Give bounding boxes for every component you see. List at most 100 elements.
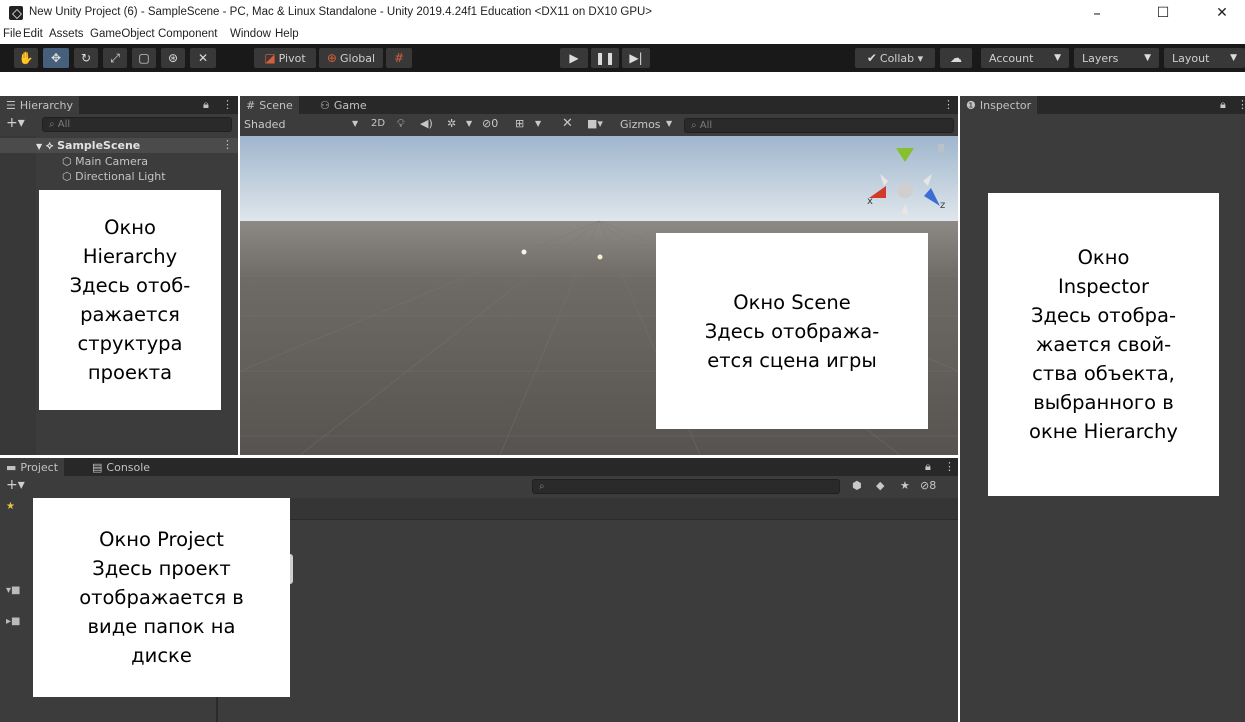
eye-slash-icon: ⊘ (920, 479, 930, 492)
cloud-button[interactable]: ☁ (940, 48, 972, 68)
hand-tool-button[interactable]: ✋ (14, 48, 38, 68)
lighting-toggle-icon[interactable]: 💡︎ (397, 117, 405, 131)
menu-file[interactable]: File (3, 28, 22, 40)
rect-tool-button[interactable]: ▢ (132, 48, 156, 68)
project-breadcrumb-bar (218, 498, 958, 520)
check-icon: ✔ (866, 51, 877, 65)
grid-snap-button[interactable]: # (386, 48, 412, 68)
project-search-input[interactable]: ⌕ (532, 479, 840, 494)
layers-dropdown[interactable]: Layers ▼ (1074, 48, 1159, 68)
main-toolbar: ✋ ✥ ↻ ⤢ ▢ ⊛ ✕ ◪ Pivot ⊕ Global # ▶ ❚❚ ▶|… (0, 44, 1245, 72)
tab-console-label: Console (106, 460, 151, 474)
shading-mode-dropdown[interactable]: Shaded (244, 118, 285, 131)
rect-icon: ▢ (138, 51, 150, 65)
gizmos-dropdown[interactable]: Gizmos (620, 118, 661, 131)
camera-gizmo (521, 249, 527, 255)
more-options-icon[interactable]: ⋮ (222, 98, 233, 111)
hierarchy-item-main-camera[interactable]: ⬡ Main Camera (62, 155, 148, 168)
more-options-icon[interactable]: ⋮ (944, 460, 955, 473)
favorite-star-icon[interactable]: ★ (900, 479, 910, 492)
scene-name: SampleScene (57, 139, 141, 152)
gizmo-lock-icon[interactable] (938, 144, 944, 152)
camera-toggle-icon[interactable]: ■▾ (587, 117, 603, 130)
expand-arrow-icon: ▼ (36, 142, 43, 151)
filter-type-icon[interactable]: ⬢ (852, 479, 862, 492)
layers-label: Layers (1082, 51, 1119, 65)
hierarchy-item-label: Main Camera (75, 155, 149, 168)
collab-dropdown[interactable]: ✔ Collab ▾ (855, 48, 935, 68)
tab-scene[interactable]: # Scene (240, 96, 299, 114)
project-hidden-count: 8 (929, 479, 937, 492)
global-toggle[interactable]: ⊕ Global (319, 48, 383, 68)
pause-button[interactable]: ❚❚ (591, 48, 619, 68)
tab-console[interactable]: ▤ Console (86, 458, 156, 476)
window-title-bar: New Unity Project (6) - SampleScene - PC… (0, 0, 1245, 26)
scene-row[interactable]: ▼ ⟡ SampleScene ⋮ (0, 138, 238, 153)
grid-toggle-icon[interactable]: ⊞ (515, 117, 524, 130)
lock-icon[interactable]: 🔒︎ (1220, 98, 1226, 112)
transform-icon: ⊛ (167, 51, 179, 65)
hierarchy-tab-strip: ☰ Hierarchy 🔒︎ ⋮ (0, 96, 238, 114)
minimize-button[interactable]: – (1074, 0, 1120, 26)
transform-tool-button[interactable]: ⊛ (161, 48, 185, 68)
step-button[interactable]: ▶| (622, 48, 650, 68)
more-options-icon[interactable]: ⋮ (943, 98, 954, 111)
info-icon: ❶ (966, 98, 976, 112)
menu-window[interactable]: Window (230, 28, 271, 40)
tab-hierarchy-label: Hierarchy (19, 98, 74, 112)
gizmo-x-label: x (867, 196, 873, 207)
search-icon: ⌕ (691, 120, 700, 131)
scale-tool-button[interactable]: ⤢ (103, 48, 127, 68)
tools-icon[interactable]: ✕ (562, 116, 573, 131)
note-hierarchy-text: Окно Hierarchy Здесь отоб- ражается стру… (69, 216, 191, 384)
more-options-icon[interactable]: ⋮ (222, 138, 233, 151)
play-button[interactable]: ▶ (560, 48, 588, 68)
pivot-toggle[interactable]: ◪ Pivot (254, 48, 316, 68)
tab-hierarchy[interactable]: ☰ Hierarchy (0, 96, 80, 114)
scale-icon: ⤢ (110, 50, 120, 65)
audio-toggle-icon[interactable]: ◀︎) (420, 117, 433, 130)
move-tool-button[interactable]: ✥ (43, 48, 69, 68)
maximize-button[interactable]: ☐ (1140, 0, 1186, 26)
scene-search-input[interactable]: ⌕ All (684, 118, 954, 133)
hierarchy-item-directional-light[interactable]: ⬡ Directional Light (62, 170, 166, 183)
hierarchy-search-input[interactable]: ⌕ All (42, 117, 232, 132)
close-button[interactable]: ✕ (1199, 0, 1245, 26)
console-icon: ▤ (92, 460, 103, 474)
menu-assets[interactable]: Assets (49, 28, 84, 40)
effects-toggle-icon[interactable]: ✲ (447, 117, 456, 130)
account-dropdown[interactable]: Account ▼ (981, 48, 1069, 68)
lock-icon[interactable]: 🔒︎ (203, 98, 209, 112)
add-icon[interactable]: +▾ (6, 477, 25, 493)
note-inspector: Окно Inspector Здесь отобра- жается свой… (988, 193, 1219, 496)
2d-toggle[interactable]: 2D (371, 118, 385, 129)
menu-gameobject[interactable]: GameObject (90, 28, 155, 40)
gameobject-cube-icon: ⬡ (62, 170, 72, 183)
note-project: Окно Project Здесь проект отображается в… (33, 498, 290, 697)
hierarchy-toolbar: +▾ ⌕ All (0, 114, 238, 136)
search-icon: ⌕ (49, 119, 58, 130)
tab-game[interactable]: ⚇ Game (314, 96, 373, 114)
menu-component[interactable]: Component (158, 28, 217, 40)
hierarchy-gutter (0, 136, 36, 455)
filter-label-icon[interactable]: ◆ (876, 479, 884, 492)
custom-tool-button[interactable]: ✕ (190, 48, 216, 68)
tab-inspector[interactable]: ❶ Inspector (960, 96, 1038, 114)
hidden-objects-toggle[interactable]: ⊘0 (482, 117, 498, 130)
hidden-packages-toggle[interactable]: ⊘8 (920, 479, 936, 492)
layout-dropdown[interactable]: Layout ▼ (1164, 48, 1245, 68)
tab-project[interactable]: ▬ Project (0, 458, 65, 476)
more-options-icon[interactable]: ⋮ (1237, 98, 1245, 111)
tab-scene-label: Scene (259, 98, 293, 112)
add-icon[interactable]: +▾ (6, 115, 25, 131)
pivot-label: Pivot (278, 51, 306, 65)
rotate-tool-button[interactable]: ↻ (74, 48, 98, 68)
chevron-down-icon: ▼ (1144, 53, 1151, 63)
lock-icon[interactable]: 🔒︎ (925, 460, 931, 474)
tab-project-label: Project (20, 460, 59, 474)
gamepad-icon: ⚇ (320, 98, 330, 112)
light-gizmo (597, 254, 603, 260)
menu-help[interactable]: Help (275, 28, 299, 40)
menu-edit[interactable]: Edit (23, 28, 43, 40)
chevron-down-icon: ▼ (466, 119, 473, 128)
